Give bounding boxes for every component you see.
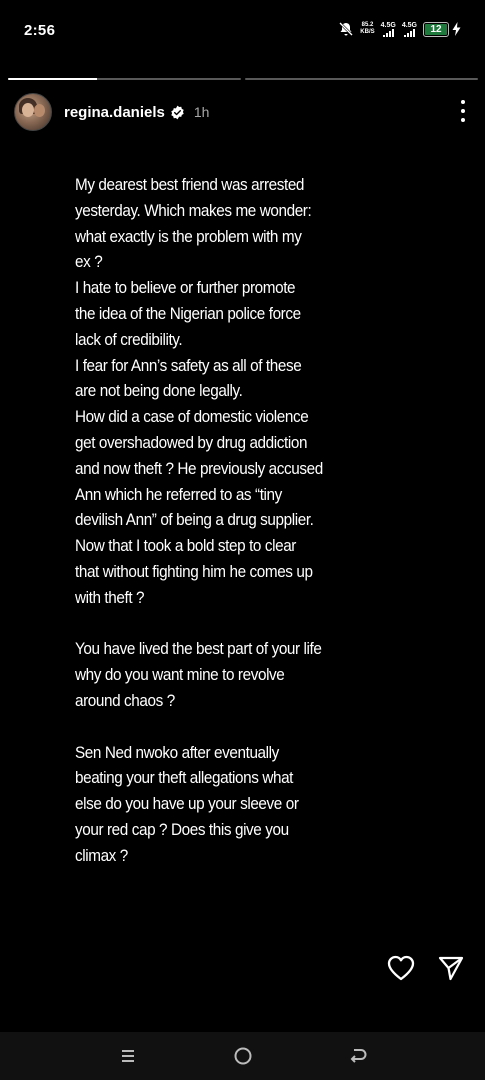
story-actions bbox=[387, 955, 465, 981]
recents-icon[interactable] bbox=[116, 1044, 140, 1068]
story-line: with theft ? bbox=[75, 587, 145, 607]
username[interactable]: regina.daniels bbox=[64, 104, 165, 121]
battery-level: 12 bbox=[430, 23, 442, 35]
story-line: that without fighting him he comes up bbox=[75, 561, 313, 581]
story-paragraph: Sen Ned nwoko after eventually beating yo… bbox=[75, 740, 386, 869]
verified-badge-icon bbox=[171, 105, 184, 119]
post-time: 1h bbox=[193, 104, 210, 120]
signal-bars-icon bbox=[403, 28, 415, 37]
story-header: regina.daniels 1h bbox=[14, 92, 474, 132]
status-time: 2:56 bbox=[24, 22, 56, 39]
send-icon[interactable] bbox=[437, 955, 465, 981]
story-line: My dearest best friend was arrested bbox=[75, 175, 305, 194]
net-speed: 85.2 KB/S bbox=[360, 22, 374, 36]
story-line: lack of credibility. bbox=[75, 329, 183, 349]
signal-1-label: 4.5G bbox=[380, 21, 396, 29]
bell-off-icon bbox=[339, 22, 354, 36]
story-progress bbox=[8, 78, 478, 80]
story-line: the idea of the Nigerian police force bbox=[75, 303, 301, 323]
story-line: beating your theft allegations what bbox=[75, 768, 294, 788]
story-line: I fear for Ann’s safety as all of these bbox=[75, 355, 302, 375]
story-line: else do you have up your sleeve or bbox=[75, 794, 299, 814]
signal-2-label: 4.5G bbox=[401, 21, 417, 29]
battery-icon: 12 bbox=[423, 21, 449, 37]
story-paragraph: You have lived the best part of your lif… bbox=[75, 636, 386, 713]
story-line: your red cap ? Does this give you bbox=[75, 819, 289, 839]
story-line: climax ? bbox=[75, 845, 128, 865]
story-line: get overshadowed by drug addiction bbox=[75, 432, 308, 452]
story-line: How did a case of domestic violence bbox=[75, 407, 309, 427]
story-paragraph: My dearest best friend was arrested yeste… bbox=[75, 172, 386, 611]
story-line: are not being done legally. bbox=[75, 381, 243, 401]
heart-icon[interactable] bbox=[387, 955, 415, 981]
signal-1: 4.5G bbox=[381, 22, 396, 37]
story-line: and now theft ? He previously accused bbox=[75, 458, 323, 478]
story-line: Ann which he referred to as “tiny bbox=[75, 484, 282, 504]
more-vertical-icon[interactable] bbox=[460, 100, 466, 122]
story-line: You have lived the best part of your lif… bbox=[75, 639, 322, 659]
net-speed-unit: KB/S bbox=[360, 29, 375, 35]
system-nav-bar bbox=[0, 1032, 485, 1080]
home-icon[interactable] bbox=[231, 1044, 255, 1068]
charging-bolt-icon bbox=[452, 22, 461, 36]
story-line: yesterday. Which makes me wonder: bbox=[75, 200, 312, 220]
signal-bars-icon bbox=[382, 28, 394, 37]
status-bar: 2:56 85.2 KB/S 4.5G 4.5G 12 bbox=[0, 0, 485, 62]
story-line: I hate to believe or further promote bbox=[75, 278, 296, 298]
progress-segment bbox=[245, 78, 478, 80]
avatar[interactable] bbox=[14, 93, 52, 131]
back-icon[interactable] bbox=[346, 1044, 370, 1068]
story-line: devilish Ann” of being a drug supplier. bbox=[75, 510, 314, 530]
status-icons: 85.2 KB/S 4.5G 4.5G 12 bbox=[338, 21, 461, 37]
story-line: around chaos ? bbox=[75, 690, 175, 710]
story-text: My dearest best friend was arrested yeste… bbox=[75, 172, 386, 869]
story-line: ex ? bbox=[75, 252, 103, 272]
net-speed-value: 85.2 bbox=[361, 22, 374, 28]
story-line: Now that I took a bold step to clear bbox=[75, 536, 297, 556]
signal-2: 4.5G bbox=[402, 22, 417, 37]
story-line: what exactly is the problem with my bbox=[75, 226, 302, 246]
story-line: why do you want mine to revolve bbox=[75, 665, 285, 685]
progress-segment bbox=[8, 78, 241, 80]
story-line: Sen Ned nwoko after eventually bbox=[75, 742, 279, 762]
battery: 12 bbox=[423, 21, 461, 37]
